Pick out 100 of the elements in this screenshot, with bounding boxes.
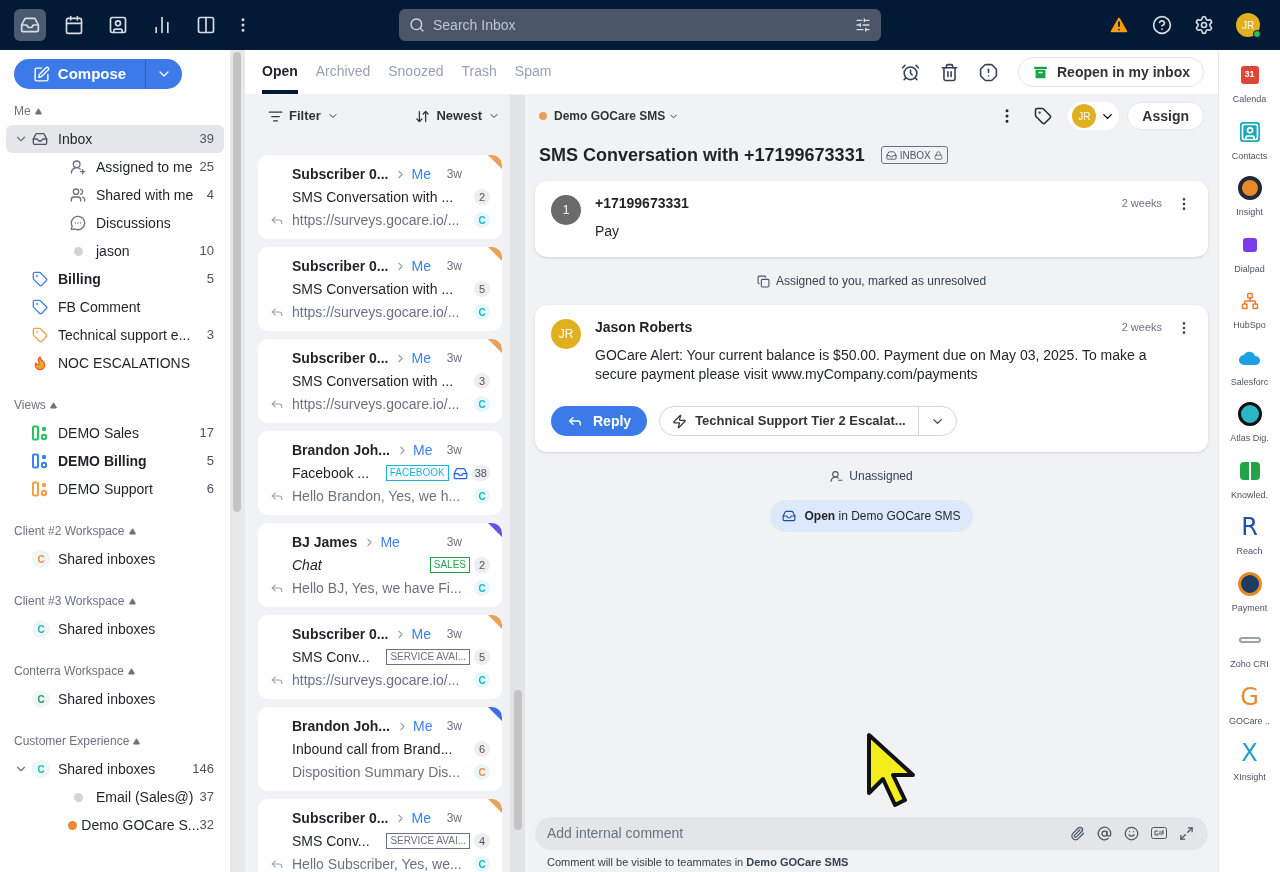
sidebar-item[interactable]: C Shared inboxes [6, 545, 224, 573]
sidebar-item[interactable]: Assigned to me 25 [6, 153, 224, 181]
sidebar-item[interactable]: Demo GOCare S...32 [6, 811, 224, 839]
item-count: 25 [199, 158, 214, 177]
search-field[interactable]: Search Inbox [399, 9, 881, 41]
sidebar-item[interactable]: Billing 5 [6, 265, 224, 293]
trash-icon[interactable] [940, 62, 959, 82]
app-shortcut[interactable]: R Reach [1220, 514, 1279, 559]
sidebar-item[interactable]: Shared with me 4 [6, 181, 224, 209]
conversation-card[interactable]: Subscriber 0... Me 3w SMS Conversation with ... 3 https://surveys.gocare.io/... C [258, 339, 502, 423]
item-count: 5 [206, 452, 214, 471]
sidebar-item[interactable]: FB Comment [6, 293, 224, 321]
conversation-card[interactable]: Subscriber 0... Me 3w SMS Conversation with ... 2 https://surveys.gocare.io/... C [258, 155, 502, 239]
app-shortcut[interactable]: X XInsight [1220, 740, 1279, 785]
count-badge: 38 [471, 465, 490, 481]
collapse-icon[interactable] [128, 527, 136, 535]
expand-icon[interactable] [1179, 825, 1194, 841]
section-title[interactable]: Views [14, 396, 46, 414]
sidebar-item[interactable]: DEMO Billing 5 [6, 447, 224, 475]
app-label: Calenda [1232, 93, 1267, 106]
collapse-icon[interactable] [127, 667, 135, 675]
letter-logo-icon: R [1241, 515, 1258, 539]
scrollbar[interactable] [510, 95, 525, 872]
workspace-avatar: C [32, 690, 50, 708]
section-title[interactable]: Customer Experience [14, 732, 130, 750]
sidebar-item[interactable]: Discussions [6, 209, 224, 237]
app-label: Insight [1236, 206, 1263, 219]
filter-button[interactable]: Filter [268, 106, 339, 126]
sort-button[interactable]: Newest [415, 106, 500, 126]
time-label: 3w [446, 534, 462, 551]
reply-button[interactable]: Reply [551, 406, 648, 436]
conversation-card[interactable]: Brandon Joh... Me 3w Inbound call from Brand... 6 Disposition Summary Dis... C [258, 707, 502, 791]
comment-field[interactable]: Add internal comment [535, 816, 1208, 850]
conversation-card[interactable]: BJ James Me 3w Chat SALES 2 Hello BJ, Yes, we have Fi... C [258, 523, 502, 607]
sidebar-item[interactable]: C Shared inboxes [6, 615, 224, 643]
app-shortcut[interactable]: Payment [1220, 570, 1279, 615]
section-title[interactable]: Client #3 Workspace [14, 592, 125, 610]
assignee-name: Me [411, 164, 432, 184]
conversation-card[interactable]: Brandon Joh... Me 3w Facebook ... FACEBOOK 38 Hello Brandon, Yes, we h... C [258, 431, 502, 515]
item-count: 5 [206, 270, 214, 289]
sidebar-item[interactable]: DEMO Support 6 [6, 475, 224, 503]
item-count: 146 [192, 760, 214, 779]
app-shortcut[interactable]: HubSpo [1220, 288, 1279, 333]
section-title[interactable]: Me [14, 102, 31, 120]
flame-icon [32, 355, 48, 371]
assignee-name: Me [413, 716, 434, 736]
spam-icon[interactable] [979, 62, 998, 82]
calendar-icon: 31 [1240, 66, 1259, 84]
emoji-icon[interactable] [1124, 825, 1139, 841]
count-badge: 5 [474, 649, 490, 665]
mention-icon[interactable] [1097, 825, 1112, 841]
count-badge: 5 [474, 281, 490, 297]
collapse-icon[interactable] [49, 401, 57, 409]
app-shortcut[interactable]: Insight [1220, 175, 1279, 220]
help-icon[interactable] [1152, 15, 1172, 35]
app-shortcut[interactable]: Zoho CRI [1220, 627, 1279, 672]
item-label: Discussions [96, 213, 172, 233]
sidebar-item[interactable]: Technical support e... 3 [6, 321, 224, 349]
app-shortcut[interactable]: Knowled. [1220, 457, 1279, 502]
sidebar-item[interactable]: Inbox 39 [6, 125, 224, 153]
app-shortcut[interactable]: G GOCare .. [1220, 683, 1279, 728]
warning-icon[interactable] [1108, 14, 1130, 36]
tag-label: SALES [429, 557, 470, 573]
app-shortcut[interactable]: Atlas Dig. [1220, 401, 1279, 446]
app-shortcut[interactable]: Contacts [1220, 118, 1279, 163]
app-shortcut[interactable]: Salesforc [1220, 344, 1279, 389]
collapse-icon[interactable] [34, 107, 42, 115]
sidebar-item[interactable]: C Shared inboxes 146 [6, 755, 224, 783]
sidebar-item[interactable]: DEMO Sales 17 [6, 419, 224, 447]
gif-icon[interactable] [1151, 827, 1167, 839]
sidebar-item[interactable]: C Shared inboxes [6, 685, 224, 713]
assignee-avatar: JR [1072, 104, 1097, 128]
time-label: 3w [446, 442, 462, 459]
section-title[interactable]: Conterra Workspace [14, 662, 124, 680]
filter-icon [268, 108, 283, 124]
collapse-icon[interactable] [128, 597, 136, 605]
contact-avatar: C [474, 856, 490, 872]
conversation-card[interactable]: Subscriber 0... Me 3w SMS Conv... SERVICE AVAI... 5 https://surveys.gocare.io/... C [258, 615, 502, 699]
app-shortcut[interactable]: 31 Calenda [1220, 62, 1279, 107]
item-count: 17 [199, 424, 214, 443]
scrollbar[interactable] [230, 50, 244, 872]
section-title[interactable]: Client #2 Workspace [14, 522, 125, 540]
conversation-card[interactable]: Subscriber 0... Me 3w SMS Conversation with ... 5 https://surveys.gocare.io/... C [258, 247, 502, 331]
collapse-icon[interactable] [133, 737, 141, 745]
assign-button[interactable]: Assign [1127, 102, 1204, 130]
snooze-icon[interactable] [901, 62, 920, 82]
compose-button[interactable]: Compose [14, 59, 146, 89]
app-shortcut[interactable]: Dialpad [1220, 231, 1279, 276]
sidebar-item[interactable]: Email (Sales@) 37 [6, 783, 224, 811]
sender-name: Brandon Joh... [292, 440, 390, 460]
settings-icon[interactable] [1194, 15, 1214, 35]
conversation-card[interactable]: Subscriber 0... Me 3w SMS Conv... SERVICE AVAI... 4 Hello Subscriber, Yes, we... C [258, 799, 502, 872]
tag-icon[interactable] [1034, 107, 1053, 125]
sidebar-item[interactable]: NOC ESCALATIONS [6, 349, 224, 377]
nav-button[interactable] [14, 9, 46, 41]
macro-button[interactable]: Technical Support Tier 2 Escalat... [660, 407, 919, 435]
filter-icon[interactable] [855, 17, 871, 33]
sidebar-item[interactable]: jason 10 [6, 237, 224, 265]
attach-icon[interactable] [1070, 825, 1085, 841]
inbox-selector[interactable]: Demo GOCare SMS [554, 107, 999, 125]
